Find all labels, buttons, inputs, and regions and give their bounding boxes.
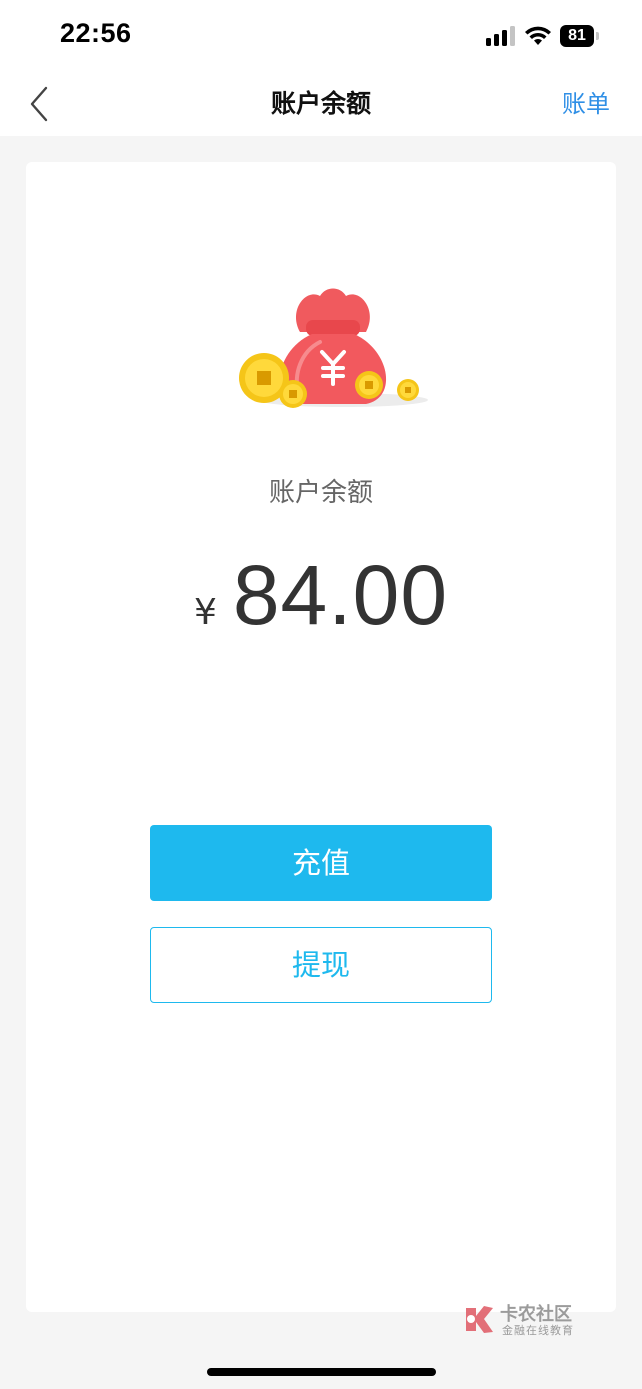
nav-bar: 账户余额 账单 bbox=[0, 72, 642, 136]
wifi-icon bbox=[525, 26, 551, 45]
page-title: 账户余额 bbox=[270, 89, 371, 118]
balance-card: 账户余额 ¥84.00 充值 提现 bbox=[26, 162, 616, 1312]
bill-link[interactable]: 账单 bbox=[562, 72, 610, 136]
status-bar: 22:56 81 bbox=[0, 0, 642, 72]
battery-tip bbox=[596, 32, 599, 40]
withdraw-button[interactable]: 提现 bbox=[150, 927, 492, 1003]
battery-icon: 81 bbox=[560, 25, 600, 47]
kanong-logo-icon bbox=[466, 1306, 493, 1333]
money-bag-coins-illustration bbox=[239, 288, 428, 408]
balance-amount: 84.00 bbox=[232, 548, 449, 642]
recharge-button[interactable]: 充值 bbox=[150, 825, 492, 901]
watermark-subtitle: 金融在线教育 bbox=[502, 1324, 574, 1337]
currency-symbol: ¥ bbox=[193, 592, 217, 633]
status-time: 22:56 bbox=[60, 18, 132, 48]
watermark: 卡农社区 金融在线教育 bbox=[462, 1300, 592, 1340]
home-indicator[interactable] bbox=[207, 1368, 436, 1376]
balance-amount-row: ¥84.00 bbox=[26, 547, 616, 644]
balance-label: 账户余额 bbox=[268, 478, 373, 508]
battery-level: 81 bbox=[560, 25, 594, 47]
cellular-signal-icon bbox=[486, 26, 515, 46]
account-balance-screen: 22:56 81 账户余额 账单 账户余额 ¥ 84.00 充值 提现 卡农社区… bbox=[0, 0, 642, 1389]
